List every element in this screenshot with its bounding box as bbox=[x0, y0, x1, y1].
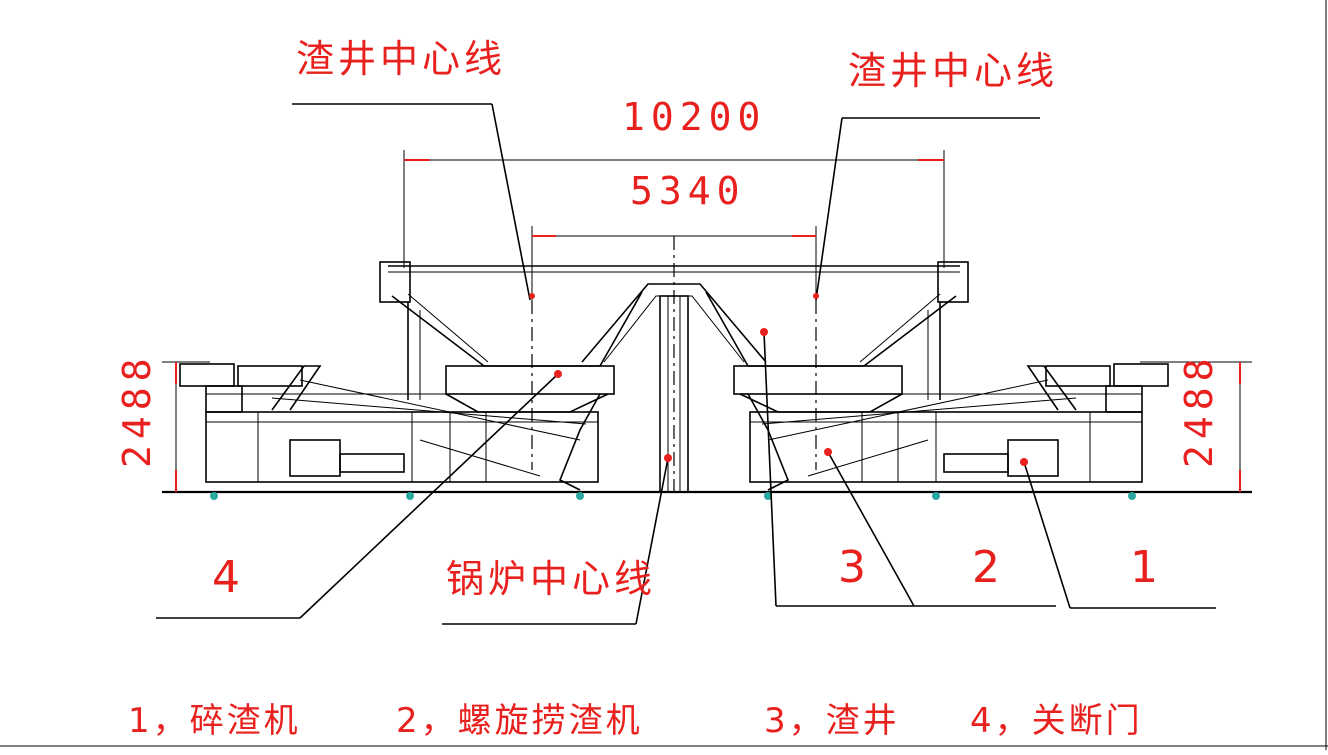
left-screw-diag-3 bbox=[419, 439, 541, 477]
foot-1 bbox=[210, 492, 218, 500]
left-crusher bbox=[289, 439, 341, 477]
right-screw-diag-2 bbox=[767, 379, 1049, 441]
legend-item-1: 1，碎渣机 bbox=[128, 701, 301, 741]
pointer-dot-3 bbox=[760, 328, 768, 336]
foot-5 bbox=[932, 492, 940, 500]
pointer-dot-4 bbox=[554, 370, 562, 378]
right-crusher bbox=[1007, 439, 1059, 477]
right-hopper-outline bbox=[705, 291, 957, 367]
left-screw-diag-1 bbox=[271, 397, 587, 425]
foot-6 bbox=[1128, 492, 1136, 500]
left-screw-head bbox=[271, 365, 322, 411]
pointer-dot-1 bbox=[1020, 458, 1028, 466]
right-screw-diag-3 bbox=[807, 439, 929, 477]
right-screw-diag-1 bbox=[761, 397, 1077, 425]
leader-left-centerline-d bbox=[491, 103, 531, 301]
pointer-dot-2 bbox=[824, 448, 832, 456]
dim-10200: 10200 bbox=[622, 95, 766, 139]
right-crusher-drive bbox=[943, 453, 1009, 473]
leader-3-diag bbox=[763, 331, 777, 607]
left-well-flange bbox=[445, 365, 615, 395]
right-top-bracket bbox=[937, 261, 969, 303]
leader-right-centerline-d bbox=[815, 117, 843, 301]
label-slag-well-center-left: 渣井中心线 bbox=[296, 37, 506, 81]
right-well-flange bbox=[733, 365, 903, 395]
legend-item-3: 3，渣井 bbox=[764, 701, 900, 741]
left-crusher-drive bbox=[339, 453, 405, 473]
left-shutoff-door bbox=[558, 393, 601, 491]
leader-1-diag bbox=[1023, 461, 1071, 609]
left-hopper-outline bbox=[391, 291, 643, 367]
label-slag-well-center-right: 渣井中心线 bbox=[848, 49, 1058, 93]
callout-3: 3 bbox=[838, 542, 866, 593]
dim-height-right: 2488 bbox=[1177, 352, 1221, 468]
dim-5340: 5340 bbox=[630, 169, 746, 213]
dim-height-left: 2488 bbox=[115, 352, 159, 468]
drawing-canvas: 渣井中心线 渣井中心线 锅炉中心线 10200 5340 2488 2488 4… bbox=[0, 0, 1328, 750]
foot-2 bbox=[406, 492, 414, 500]
left-drive-base bbox=[205, 385, 243, 413]
engineering-drawing: 渣井中心线 渣井中心线 锅炉中心线 10200 5340 2488 2488 4… bbox=[0, 0, 1328, 750]
left-screw-diag-2 bbox=[299, 379, 581, 441]
left-top-bracket bbox=[379, 261, 411, 303]
right-screw-head bbox=[1026, 365, 1077, 411]
legend-item-4: 4，关断门 bbox=[970, 701, 1143, 741]
label-boiler-center: 锅炉中心线 bbox=[446, 557, 656, 601]
right-well-bottom bbox=[739, 393, 903, 413]
right-drive-base bbox=[1105, 385, 1143, 413]
pointer-dot-right-well bbox=[813, 293, 819, 299]
left-motor bbox=[179, 363, 235, 387]
callout-1: 1 bbox=[1130, 542, 1158, 593]
pointer-dot-left-well bbox=[529, 293, 535, 299]
legend-item-2: 2，螺旋捞渣机 bbox=[396, 701, 643, 741]
right-motor bbox=[1113, 363, 1169, 387]
foot-3 bbox=[576, 492, 584, 500]
callout-4: 4 bbox=[212, 552, 240, 603]
callout-2: 2 bbox=[972, 542, 1000, 593]
pointer-dot-boiler bbox=[664, 454, 672, 462]
